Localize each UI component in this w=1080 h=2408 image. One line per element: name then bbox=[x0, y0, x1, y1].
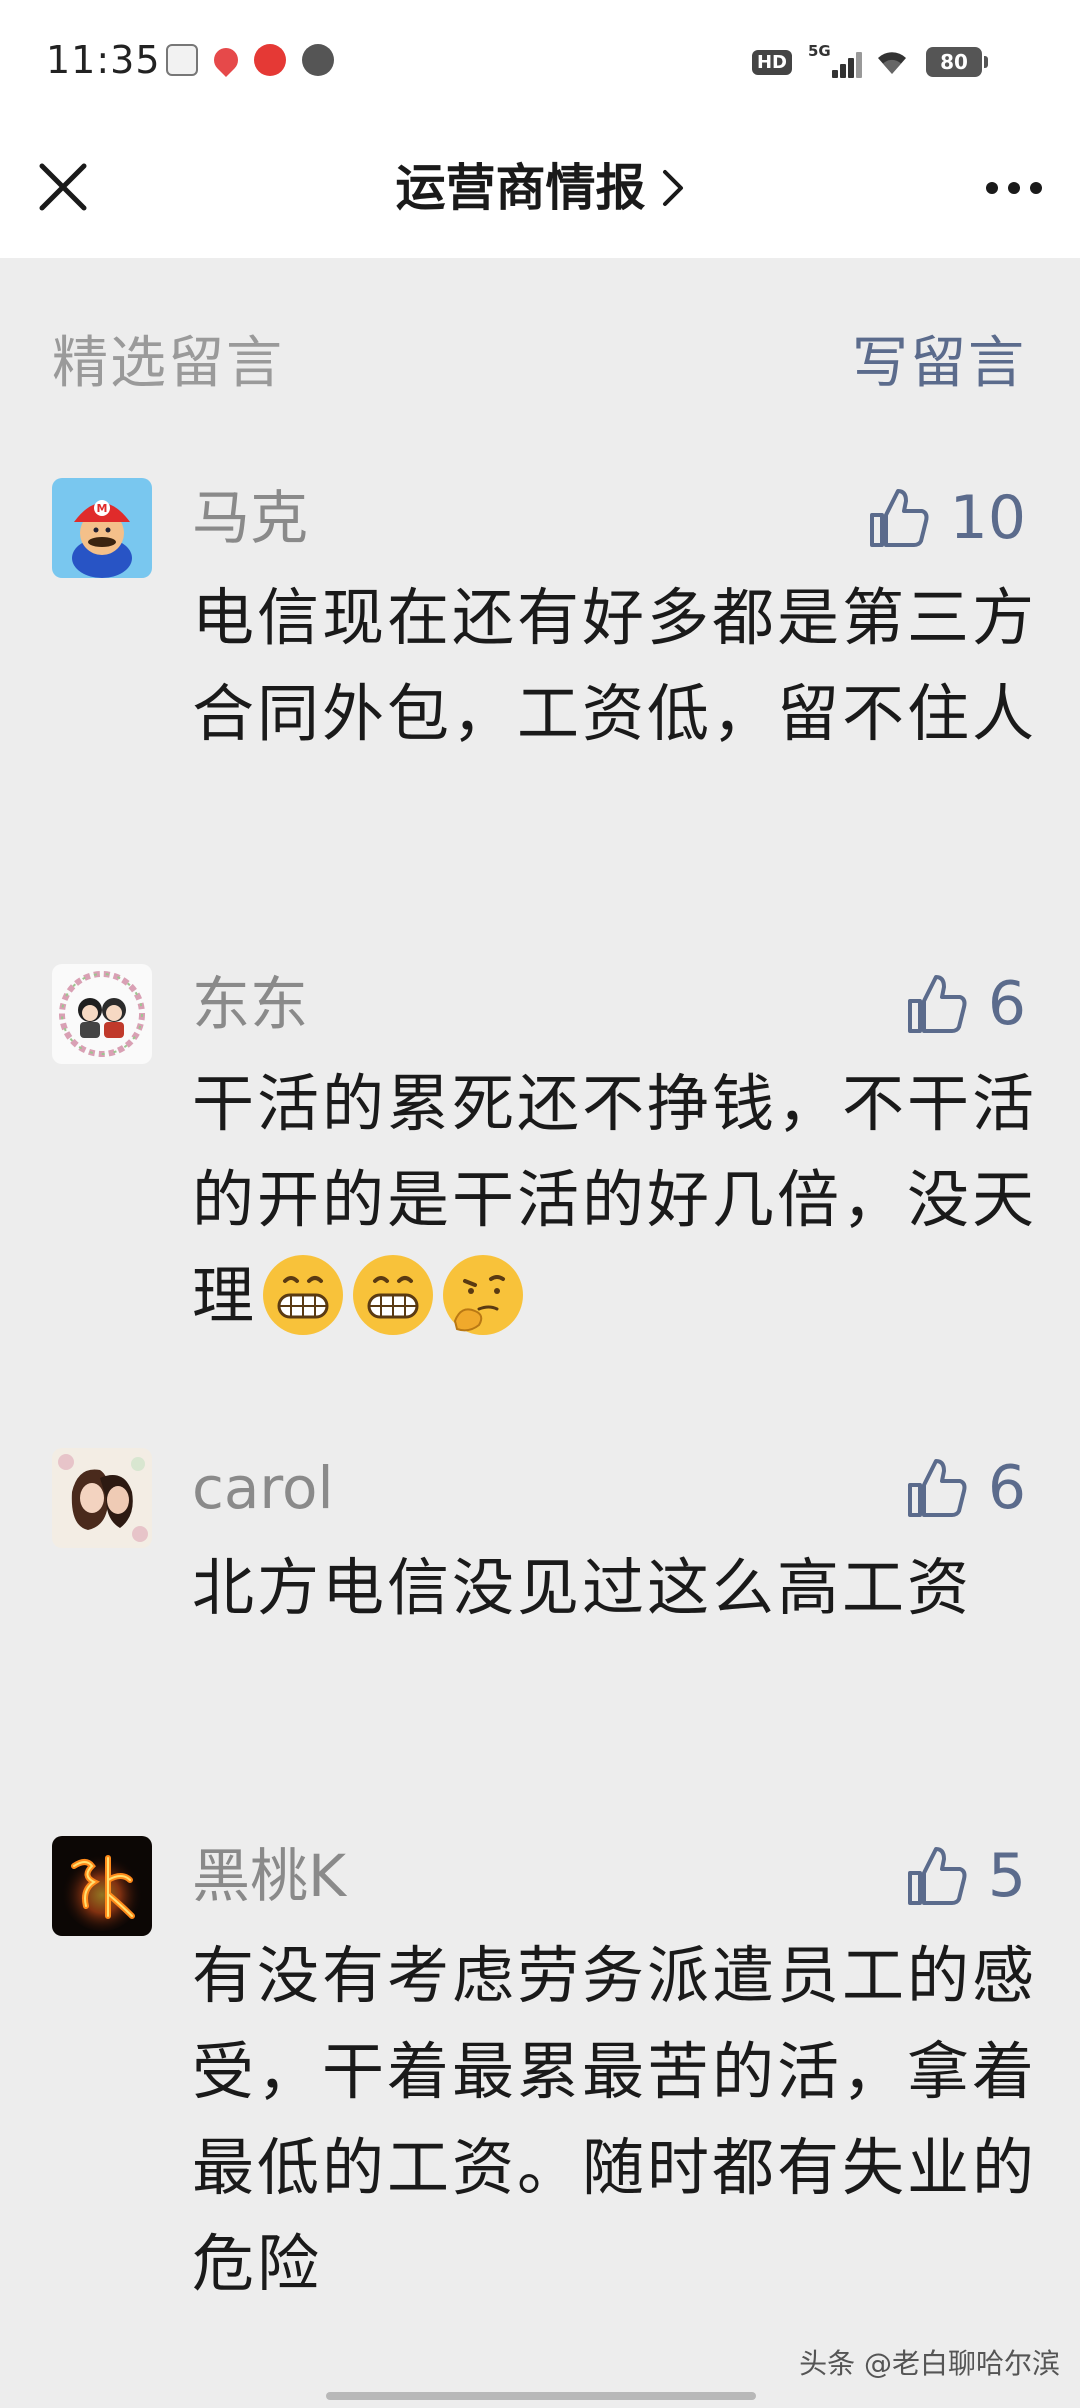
like-button[interactable]: 6 bbox=[904, 964, 1026, 1044]
like-count: 5 bbox=[987, 1841, 1026, 1911]
thumbs-up-icon bbox=[907, 1459, 967, 1517]
notification-icons bbox=[166, 43, 334, 77]
comment-item: 东东 6 干活的累死还不挣钱，不干活的开的是干活的好几倍，没天理 bbox=[52, 964, 1034, 1344]
comment-text: 北方电信没见过这么高工资 bbox=[192, 1551, 973, 1624]
status-indicators: HD 5G 80 bbox=[751, 42, 988, 78]
like-count: 6 bbox=[987, 969, 1026, 1039]
nav-bar: 运营商情报 bbox=[0, 128, 1080, 258]
comment-item: M 马克 10 电信现在还有好多都是第三方合同外包，工资低，留不住人 bbox=[52, 478, 1034, 858]
like-count: 6 bbox=[987, 1453, 1026, 1523]
thinking-emoji bbox=[443, 1255, 524, 1335]
page-title: 运营商情报 bbox=[395, 159, 646, 217]
comment-text: 有没有考虑劳务派遣员工的感受，干着最累最苦的活，拿着最低的工资。随时都有失业的危… bbox=[192, 1939, 1038, 2300]
comment-text: 干活的累死还不挣钱，不干活的开的是干活的好几倍，没天理 bbox=[192, 1056, 1037, 1344]
section-title: 精选留言 bbox=[52, 331, 284, 396]
write-comment-button[interactable]: 写留言 bbox=[852, 318, 1026, 399]
map-pin-icon bbox=[209, 43, 243, 77]
thumbs-up-icon bbox=[907, 975, 967, 1033]
toutiao-icon bbox=[166, 44, 198, 76]
svg-text:M: M bbox=[97, 502, 108, 515]
comment-author: carol bbox=[192, 1454, 334, 1522]
like-button[interactable]: 5 bbox=[904, 1836, 1026, 1916]
like-button[interactable]: 10 bbox=[866, 478, 1026, 558]
video-icon bbox=[254, 44, 286, 76]
thumbs-up-icon bbox=[907, 1847, 967, 1905]
chevron-right-icon bbox=[662, 170, 683, 206]
signal-icon: 5G bbox=[808, 42, 862, 78]
like-button[interactable]: 6 bbox=[904, 1448, 1026, 1528]
hd-badge: HD bbox=[751, 49, 792, 75]
battery-icon: 80 bbox=[926, 47, 988, 77]
chat-bubble-icon bbox=[302, 44, 334, 76]
comment-item: 黑桃K 5 有没有考虑劳务派遣员工的感受，干着最累最苦的活，拿着最低的工资。随时… bbox=[52, 1836, 1034, 2316]
comment-item: carol 6 北方电信没见过这么高工资 bbox=[52, 1448, 1026, 1738]
fire-zhang-avatar[interactable] bbox=[52, 1836, 152, 1936]
grin-emoji bbox=[263, 1255, 344, 1335]
comment-author: 马克 bbox=[192, 484, 309, 552]
home-indicator[interactable] bbox=[326, 2392, 756, 2400]
grin-emoji bbox=[353, 1255, 434, 1335]
mario-avatar[interactable]: M bbox=[52, 478, 152, 578]
cartoon-couple-avatar[interactable] bbox=[52, 964, 152, 1064]
like-count: 10 bbox=[949, 483, 1026, 553]
comment-author: 东东 bbox=[192, 970, 309, 1038]
couple-photo-avatar[interactable] bbox=[52, 1448, 152, 1548]
network-type: 5G bbox=[808, 42, 831, 60]
comment-author: 黑桃K bbox=[192, 1842, 347, 1910]
status-bar: 11:35 HD 5G 80 bbox=[0, 0, 1080, 128]
section-header: 精选留言 写留言 bbox=[52, 318, 1026, 408]
thumbs-up-icon bbox=[869, 489, 929, 547]
nav-title-button[interactable]: 运营商情报 bbox=[0, 150, 1080, 226]
more-icon[interactable] bbox=[984, 168, 1044, 208]
watermark: 头条 @老白聊哈尔滨 bbox=[799, 2347, 1060, 2380]
status-time: 11:35 bbox=[46, 38, 161, 82]
comment-text: 电信现在还有好多都是第三方合同外包，工资低，留不住人 bbox=[192, 581, 1038, 750]
wifi-icon bbox=[878, 52, 906, 74]
